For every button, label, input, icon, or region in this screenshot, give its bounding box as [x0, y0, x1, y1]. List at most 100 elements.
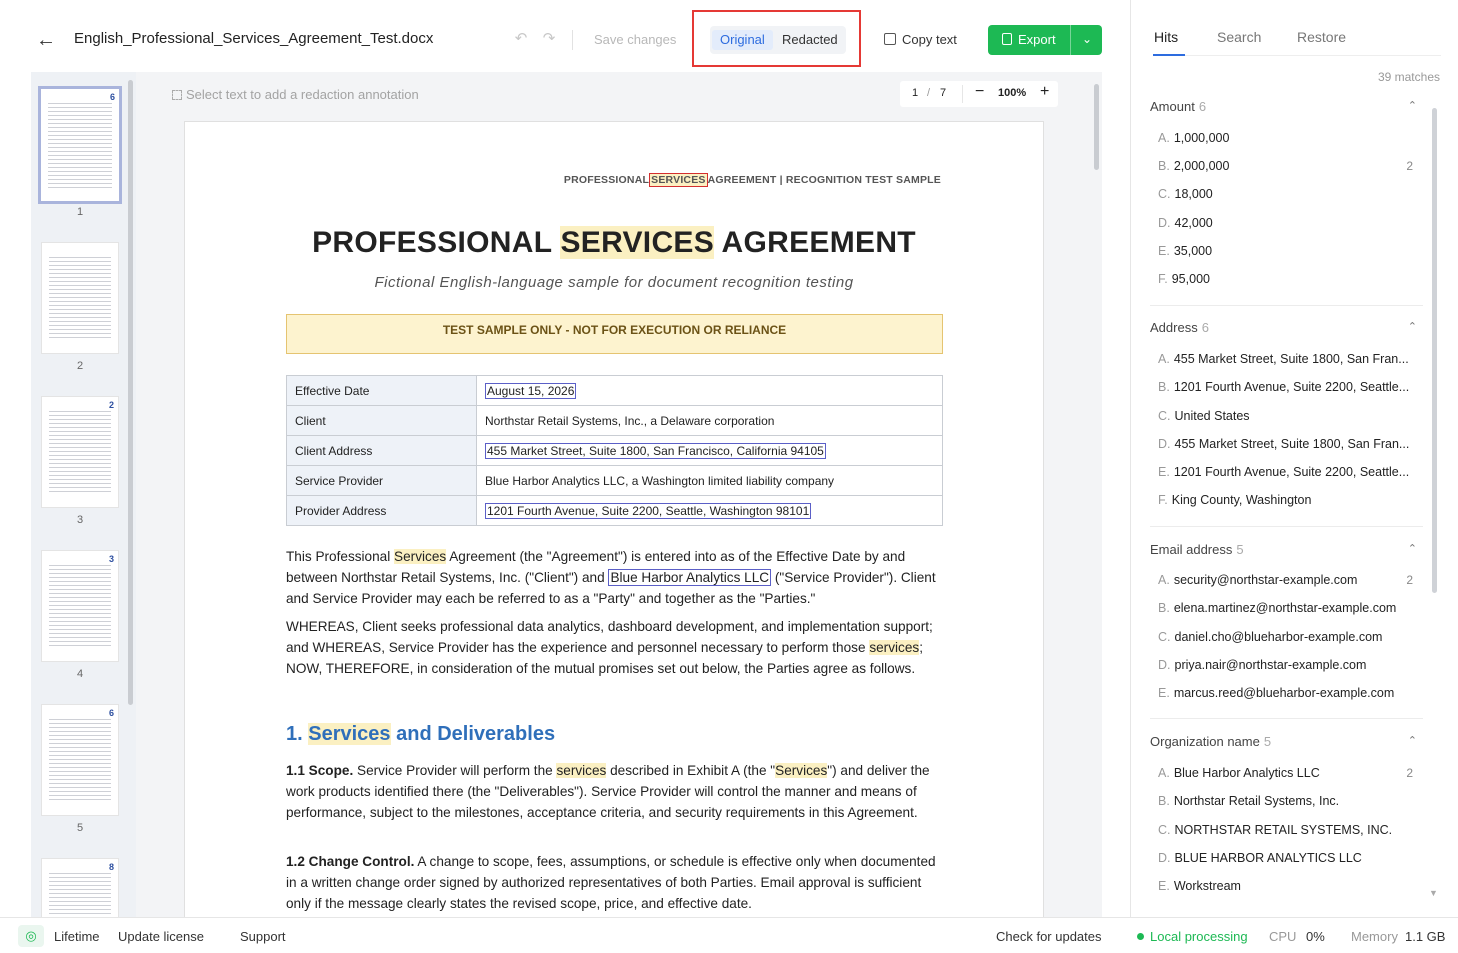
- page-thumbnail[interactable]: 6: [38, 86, 122, 204]
- table-value: Northstar Retail Systems, Inc., a Delawa…: [476, 405, 943, 436]
- list-item[interactable]: A. Blue Harbor Analytics LLC: [1158, 766, 1420, 780]
- tab-hits[interactable]: Hits: [1154, 29, 1178, 45]
- list-item[interactable]: E. 1201 Fourth Avenue, Suite 2200, Seattl…: [1158, 465, 1420, 479]
- chevron-up-icon[interactable]: ⌃: [1408, 99, 1417, 112]
- redaction-hit[interactable]: 1201 Fourth Avenue, Suite 2200, Seattle,…: [485, 502, 812, 519]
- zoom-in-icon[interactable]: +: [1040, 83, 1049, 101]
- page-thumbnail-strip: 6 1 2 2 3 3 4 6 5 8: [31, 72, 136, 917]
- list-item[interactable]: D. 42,000: [1158, 216, 1420, 230]
- page-thumbnail[interactable]: 6: [41, 704, 119, 816]
- status-dot-icon: [1137, 933, 1144, 940]
- page-thumbnail[interactable]: 3: [41, 550, 119, 662]
- copy-icon: [884, 33, 896, 45]
- undo-icon[interactable]: ↶: [512, 30, 530, 48]
- table-key: Client Address: [286, 435, 477, 466]
- redaction-hit[interactable]: services: [869, 639, 920, 655]
- tab-restore[interactable]: Restore: [1297, 29, 1346, 45]
- memory-value: 1.1 GB: [1405, 929, 1446, 944]
- document-title: PROFESSIONAL SERVICES AGREEMENT: [312, 226, 916, 259]
- copy-text-button[interactable]: Copy text: [884, 32, 957, 47]
- export-label: Export: [1018, 32, 1056, 47]
- page-separator: /: [927, 87, 931, 99]
- table-row: Service Provider Blue Harbor Analytics L…: [286, 465, 943, 496]
- scroll-down-icon[interactable]: ▼: [1429, 888, 1438, 898]
- view-original-button[interactable]: Original: [712, 30, 773, 50]
- zoom-out-icon[interactable]: −: [975, 83, 984, 101]
- table-key: Service Provider: [286, 465, 477, 496]
- view-redacted-button[interactable]: Redacted: [774, 30, 846, 50]
- thumbnail-hit-badge: 2: [108, 400, 114, 410]
- test-sample-banner: TEST SAMPLE ONLY - NOT FOR EXECUTION OR …: [286, 314, 943, 354]
- list-item[interactable]: D. BLUE HARBOR ANALYTICS LLC: [1158, 851, 1420, 865]
- group-header[interactable]: Organization name 5: [1150, 734, 1271, 749]
- section-1-1: 1.1 Scope. Service Provider will perform…: [286, 763, 930, 820]
- chevron-up-icon[interactable]: ⌃: [1408, 734, 1417, 747]
- redaction-hit[interactable]: Services: [775, 763, 828, 778]
- page-thumbnail[interactable]: [41, 242, 119, 354]
- redaction-hit[interactable]: 455 Market Street, Suite 1800, San Franc…: [485, 442, 826, 459]
- agreement-info-table: Effective Date August 15, 2026 Client No…: [286, 375, 943, 526]
- thumbnail-scrollbar[interactable]: [128, 80, 133, 705]
- status-bar: ◎ Lifetime Update license Support Check …: [0, 917, 1458, 953]
- hit-count: 2: [1406, 159, 1413, 173]
- thumbnail-page-number: 2: [76, 360, 84, 372]
- page-thumbnail[interactable]: 2: [41, 396, 119, 508]
- redaction-hit[interactable]: Blue Harbor Analytics LLC: [608, 568, 772, 586]
- back-arrow-icon[interactable]: ←: [36, 28, 60, 52]
- export-button[interactable]: Export: [988, 25, 1070, 55]
- update-license-link[interactable]: Update license: [118, 929, 204, 944]
- list-item[interactable]: E. 35,000: [1158, 244, 1420, 258]
- document-scrollbar[interactable]: [1094, 84, 1099, 170]
- hits-panel-scrollbar[interactable]: [1432, 108, 1437, 593]
- document-page: PROFESSIONAL SERVICES AGREEMENT | RECOGNIT…: [184, 121, 1044, 921]
- thumbnail-page-number: 5: [76, 822, 84, 834]
- running-header: PROFESSIONAL SERVICES AGREEMENT | RECOGNIT…: [563, 173, 941, 187]
- export-button-group: Export ⌄: [988, 25, 1102, 55]
- redaction-hit[interactable]: August 15, 2026: [485, 382, 577, 399]
- redaction-hit[interactable]: services: [556, 763, 607, 778]
- support-link[interactable]: Support: [240, 929, 286, 944]
- list-item[interactable]: B. 2,000,000: [1158, 159, 1420, 173]
- list-item[interactable]: C. NORTHSTAR RETAIL SYSTEMS, INC.: [1158, 823, 1420, 837]
- tab-search[interactable]: Search: [1217, 29, 1261, 45]
- chevron-up-icon[interactable]: ⌃: [1408, 320, 1417, 333]
- current-page-input[interactable]: 1: [912, 87, 918, 99]
- list-item[interactable]: B. Northstar Retail Systems, Inc.: [1158, 794, 1420, 808]
- redaction-hit[interactable]: SERVICES: [560, 226, 715, 259]
- redaction-hit-selected[interactable]: SERVICES: [649, 173, 708, 187]
- thumbnail-page-number: 3: [76, 514, 84, 526]
- list-item[interactable]: D. priya.nair@northstar-example.com: [1158, 658, 1420, 672]
- list-item[interactable]: F. King County, Washington: [1158, 493, 1420, 507]
- list-item[interactable]: D. 455 Market Street, Suite 1800, San Fra…: [1158, 437, 1420, 451]
- group-header[interactable]: Address 6: [1150, 320, 1209, 335]
- check-updates-link[interactable]: Check for updates: [996, 929, 1102, 944]
- list-item[interactable]: C. United States: [1158, 409, 1420, 423]
- table-key: Effective Date: [286, 375, 477, 406]
- export-dropdown-chevron-icon[interactable]: ⌄: [1072, 25, 1102, 55]
- list-item[interactable]: F. 95,000: [1158, 272, 1420, 286]
- license-type: Lifetime: [54, 929, 100, 944]
- list-item[interactable]: C. 18,000: [1158, 187, 1420, 201]
- list-item[interactable]: B. 1201 Fourth Avenue, Suite 2200, Seattl…: [1158, 380, 1420, 394]
- list-item[interactable]: E. Workstream: [1158, 879, 1420, 893]
- list-item[interactable]: C. daniel.cho@blueharbor-example.com: [1158, 630, 1420, 644]
- redaction-hit[interactable]: Services: [394, 549, 447, 564]
- save-changes-button[interactable]: Save changes: [594, 32, 676, 47]
- list-item[interactable]: E. marcus.reed@blueharbor-example.com: [1158, 686, 1420, 700]
- list-item[interactable]: A. 455 Market Street, Suite 1800, San Fra…: [1158, 352, 1420, 366]
- list-item[interactable]: B. elena.martinez@northstar-example.com: [1158, 601, 1420, 615]
- file-name: English_Professional_Services_Agreement_…: [74, 30, 434, 47]
- export-divider: [1070, 25, 1071, 55]
- thumbnail-hit-badge: 6: [109, 92, 115, 102]
- hit-count: 2: [1406, 766, 1413, 780]
- chevron-up-icon[interactable]: ⌃: [1408, 542, 1417, 555]
- table-key: Provider Address: [286, 495, 477, 526]
- redo-icon[interactable]: ↷: [540, 30, 558, 48]
- page-thumbnail[interactable]: 8: [41, 858, 119, 917]
- list-item[interactable]: A. security@northstar-example.com: [1158, 573, 1420, 587]
- redaction-hit[interactable]: Services: [308, 723, 391, 745]
- group-header[interactable]: Amount 6: [1150, 99, 1206, 114]
- group-header[interactable]: Email address 5: [1150, 542, 1244, 557]
- active-tab-indicator: [1153, 54, 1185, 56]
- list-item[interactable]: A. 1,000,000: [1158, 131, 1420, 145]
